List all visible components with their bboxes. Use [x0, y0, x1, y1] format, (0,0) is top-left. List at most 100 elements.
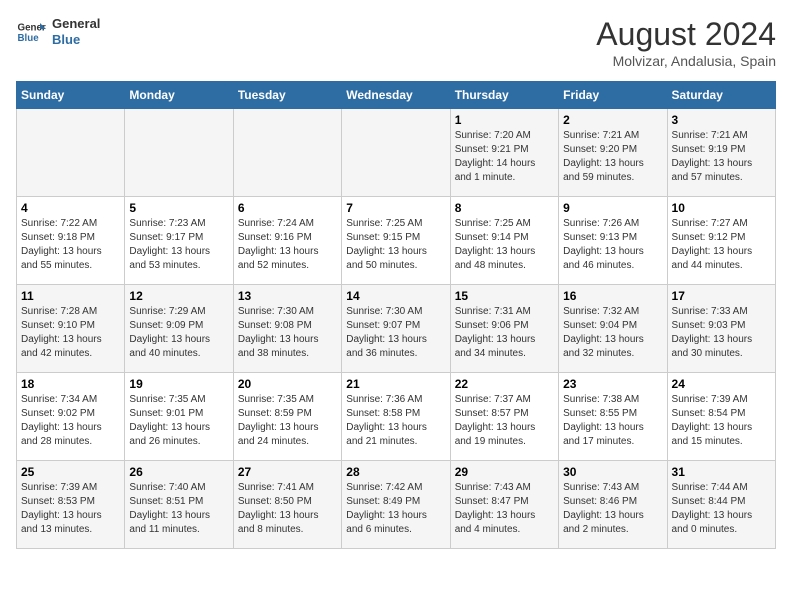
calendar-cell: 25 Sunrise: 7:39 AM Sunset: 8:53 PM Dayli… — [17, 461, 125, 549]
calendar-cell: 30 Sunrise: 7:43 AM Sunset: 8:46 PM Dayli… — [559, 461, 667, 549]
day-number: 7 — [346, 201, 445, 215]
day-number: 15 — [455, 289, 554, 303]
calendar-cell — [342, 109, 450, 197]
day-info: Sunrise: 7:38 AM Sunset: 8:55 PM Dayligh… — [563, 393, 662, 449]
day-info: Sunrise: 7:21 AM Sunset: 9:20 PM Dayligh… — [563, 129, 662, 185]
day-number: 5 — [129, 201, 228, 215]
day-number: 21 — [346, 377, 445, 391]
day-number: 19 — [129, 377, 228, 391]
day-info: Sunrise: 7:43 AM Sunset: 8:46 PM Dayligh… — [563, 481, 662, 537]
header-sunday: Sunday — [17, 82, 125, 109]
calendar-cell: 21Sunrise: 7:36 AM Sunset: 8:58 PM Dayli… — [342, 373, 450, 461]
calendar-cell: 19 Sunrise: 7:35 AM Sunset: 9:01 PM Dayli… — [125, 373, 233, 461]
calendar-cell — [233, 109, 341, 197]
header-monday: Monday — [125, 82, 233, 109]
header-friday: Friday — [559, 82, 667, 109]
day-info: Sunrise: 7:33 AM Sunset: 9:03 PM Dayligh… — [672, 305, 771, 361]
calendar-cell: 14 Sunrise: 7:30 AM Sunset: 9:07 PM Dayli… — [342, 285, 450, 373]
day-number: 4 — [21, 201, 120, 215]
day-info: Sunrise: 7:24 AM Sunset: 9:16 PM Dayligh… — [238, 217, 337, 273]
calendar-cell: 26 Sunrise: 7:40 AM Sunset: 8:51 PM Dayli… — [125, 461, 233, 549]
subtitle: Molvizar, Andalusia, Spain — [596, 53, 776, 69]
day-info: Sunrise: 7:21 AM Sunset: 9:19 PM Dayligh… — [672, 129, 771, 185]
logo-text-blue: Blue — [52, 32, 100, 48]
day-number: 16 — [563, 289, 662, 303]
day-info: Sunrise: 7:35 AM Sunset: 9:01 PM Dayligh… — [129, 393, 228, 449]
header-wednesday: Wednesday — [342, 82, 450, 109]
day-number: 27 — [238, 465, 337, 479]
day-info: Sunrise: 7:29 AM Sunset: 9:09 PM Dayligh… — [129, 305, 228, 361]
week-row-4: 18 Sunrise: 7:34 AM Sunset: 9:02 PM Dayli… — [17, 373, 776, 461]
calendar-cell: 20 Sunrise: 7:35 AM Sunset: 8:59 PM Dayli… — [233, 373, 341, 461]
calendar-cell: 5 Sunrise: 7:23 AM Sunset: 9:17 PM Daylig… — [125, 197, 233, 285]
day-info: Sunrise: 7:22 AM Sunset: 9:18 PM Dayligh… — [21, 217, 120, 273]
day-info: Sunrise: 7:30 AM Sunset: 9:07 PM Dayligh… — [346, 305, 445, 361]
calendar-header: SundayMondayTuesdayWednesdayThursdayFrid… — [17, 82, 776, 109]
calendar-cell: 17 Sunrise: 7:33 AM Sunset: 9:03 PM Dayli… — [667, 285, 775, 373]
day-info: Sunrise: 7:37 AM Sunset: 8:57 PM Dayligh… — [455, 393, 554, 449]
calendar-cell: 22 Sunrise: 7:37 AM Sunset: 8:57 PM Dayli… — [450, 373, 558, 461]
day-info: Sunrise: 7:20 AM Sunset: 9:21 PM Dayligh… — [455, 129, 554, 185]
day-info: Sunrise: 7:40 AM Sunset: 8:51 PM Dayligh… — [129, 481, 228, 537]
day-number: 13 — [238, 289, 337, 303]
logo-icon: General Blue — [16, 17, 46, 47]
day-number: 23 — [563, 377, 662, 391]
calendar-cell: 9Sunrise: 7:26 AM Sunset: 9:13 PM Daylig… — [559, 197, 667, 285]
day-number: 1 — [455, 113, 554, 127]
logo: General Blue General Blue — [16, 16, 100, 47]
calendar-cell: 28 Sunrise: 7:42 AM Sunset: 8:49 PM Dayli… — [342, 461, 450, 549]
day-number: 17 — [672, 289, 771, 303]
calendar-cell: 7Sunrise: 7:25 AM Sunset: 9:15 PM Daylig… — [342, 197, 450, 285]
day-number: 25 — [21, 465, 120, 479]
day-number: 2 — [563, 113, 662, 127]
day-info: Sunrise: 7:34 AM Sunset: 9:02 PM Dayligh… — [21, 393, 120, 449]
header-saturday: Saturday — [667, 82, 775, 109]
day-info: Sunrise: 7:35 AM Sunset: 8:59 PM Dayligh… — [238, 393, 337, 449]
day-number: 12 — [129, 289, 228, 303]
day-number: 20 — [238, 377, 337, 391]
day-info: Sunrise: 7:30 AM Sunset: 9:08 PM Dayligh… — [238, 305, 337, 361]
calendar-cell: 23 Sunrise: 7:38 AM Sunset: 8:55 PM Dayli… — [559, 373, 667, 461]
calendar-cell: 18 Sunrise: 7:34 AM Sunset: 9:02 PM Dayli… — [17, 373, 125, 461]
day-number: 22 — [455, 377, 554, 391]
calendar-cell: 6Sunrise: 7:24 AM Sunset: 9:16 PM Daylig… — [233, 197, 341, 285]
header-tuesday: Tuesday — [233, 82, 341, 109]
header-row: SundayMondayTuesdayWednesdayThursdayFrid… — [17, 82, 776, 109]
week-row-3: 11Sunrise: 7:28 AM Sunset: 9:10 PM Dayli… — [17, 285, 776, 373]
calendar-cell: 13 Sunrise: 7:30 AM Sunset: 9:08 PM Dayli… — [233, 285, 341, 373]
day-info: Sunrise: 7:23 AM Sunset: 9:17 PM Dayligh… — [129, 217, 228, 273]
day-number: 31 — [672, 465, 771, 479]
day-number: 28 — [346, 465, 445, 479]
day-info: Sunrise: 7:32 AM Sunset: 9:04 PM Dayligh… — [563, 305, 662, 361]
calendar-cell: 27 Sunrise: 7:41 AM Sunset: 8:50 PM Dayli… — [233, 461, 341, 549]
title-section: August 2024 Molvizar, Andalusia, Spain — [596, 16, 776, 69]
day-number: 26 — [129, 465, 228, 479]
calendar-cell: 12 Sunrise: 7:29 AM Sunset: 9:09 PM Dayli… — [125, 285, 233, 373]
day-info: Sunrise: 7:44 AM Sunset: 8:44 PM Dayligh… — [672, 481, 771, 537]
header-thursday: Thursday — [450, 82, 558, 109]
day-number: 10 — [672, 201, 771, 215]
logo-text-general: General — [52, 16, 100, 32]
day-number: 29 — [455, 465, 554, 479]
day-info: Sunrise: 7:41 AM Sunset: 8:50 PM Dayligh… — [238, 481, 337, 537]
calendar-cell: 2 Sunrise: 7:21 AM Sunset: 9:20 PM Daylig… — [559, 109, 667, 197]
calendar-cell: 8 Sunrise: 7:25 AM Sunset: 9:14 PM Daylig… — [450, 197, 558, 285]
day-info: Sunrise: 7:42 AM Sunset: 8:49 PM Dayligh… — [346, 481, 445, 537]
day-info: Sunrise: 7:27 AM Sunset: 9:12 PM Dayligh… — [672, 217, 771, 273]
calendar-cell: 11Sunrise: 7:28 AM Sunset: 9:10 PM Dayli… — [17, 285, 125, 373]
day-number: 18 — [21, 377, 120, 391]
day-info: Sunrise: 7:26 AM Sunset: 9:13 PM Dayligh… — [563, 217, 662, 273]
calendar-cell — [125, 109, 233, 197]
page-header: General Blue General Blue August 2024 Mo… — [16, 16, 776, 69]
calendar-cell: 3 Sunrise: 7:21 AM Sunset: 9:19 PM Daylig… — [667, 109, 775, 197]
day-number: 30 — [563, 465, 662, 479]
day-number: 14 — [346, 289, 445, 303]
day-info: Sunrise: 7:25 AM Sunset: 9:14 PM Dayligh… — [455, 217, 554, 273]
day-number: 8 — [455, 201, 554, 215]
main-title: August 2024 — [596, 16, 776, 53]
day-info: Sunrise: 7:39 AM Sunset: 8:53 PM Dayligh… — [21, 481, 120, 537]
day-number: 3 — [672, 113, 771, 127]
week-row-5: 25 Sunrise: 7:39 AM Sunset: 8:53 PM Dayli… — [17, 461, 776, 549]
week-row-1: 1 Sunrise: 7:20 AM Sunset: 9:21 PM Daylig… — [17, 109, 776, 197]
calendar-cell: 4 Sunrise: 7:22 AM Sunset: 9:18 PM Daylig… — [17, 197, 125, 285]
